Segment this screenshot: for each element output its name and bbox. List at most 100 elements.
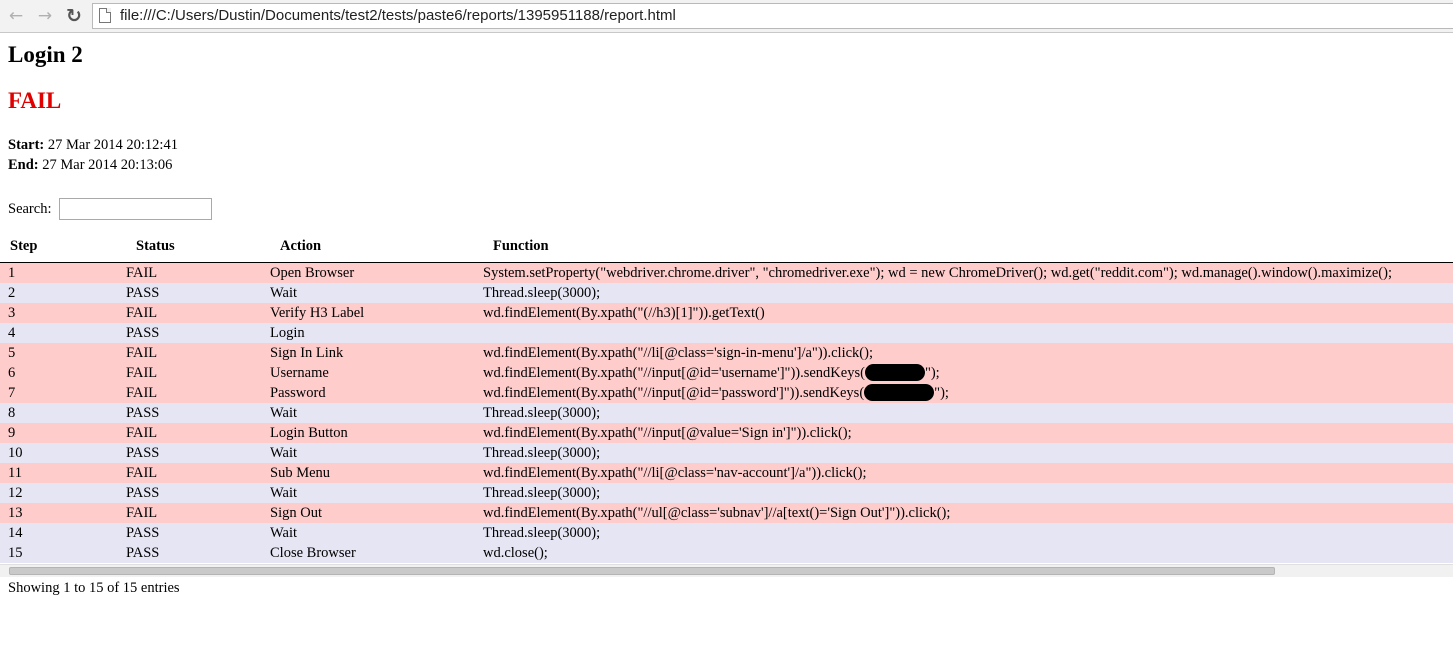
column-header-action[interactable]: Action	[262, 230, 475, 263]
search-input[interactable]	[59, 198, 212, 220]
step-cell: 7	[0, 383, 118, 403]
status-cell: PASS	[118, 283, 262, 303]
status-cell: FAIL	[118, 503, 262, 523]
start-label: Start:	[8, 137, 45, 153]
step-cell: 10	[0, 443, 118, 463]
column-header-label: Function	[493, 237, 549, 254]
action-cell: Sign Out	[262, 503, 475, 523]
back-arrow-icon[interactable]: ←	[5, 5, 27, 27]
status-cell: PASS	[118, 403, 262, 423]
function-cell: Thread.sleep(3000);	[475, 403, 1453, 423]
column-header-label: Action	[280, 237, 322, 254]
address-url[interactable]: file:///C:/Users/Dustin/Documents/test2/…	[120, 7, 676, 24]
function-cell: wd.findElement(By.xpath("//ul[@class='su…	[475, 503, 1453, 523]
step-cell: 9	[0, 423, 118, 443]
step-cell: 11	[0, 463, 118, 483]
status-cell: FAIL	[118, 423, 262, 443]
reload-icon[interactable]: ↻	[63, 5, 85, 27]
redaction-mark	[864, 364, 925, 381]
function-text: ");	[934, 385, 949, 401]
scrollbar-thumb[interactable]	[9, 567, 1275, 575]
action-cell: Verify H3 Label	[262, 303, 475, 323]
function-cell: wd.findElement(By.xpath("//li[@class='na…	[475, 463, 1453, 483]
function-cell: Thread.sleep(3000);	[475, 483, 1453, 503]
status-cell: FAIL	[118, 463, 262, 483]
table-header-row: Step Status Action Function	[0, 230, 1453, 263]
action-cell: Close Browser	[262, 543, 475, 563]
status-cell: PASS	[118, 543, 262, 563]
column-header-status[interactable]: Status	[118, 230, 262, 263]
table-info: Showing 1 to 15 of 15 entries	[8, 580, 180, 596]
action-cell: Sub Menu	[262, 463, 475, 483]
page-title: Login 2	[8, 42, 83, 67]
forward-arrow-icon[interactable]: →	[34, 5, 56, 27]
table-row: 8 PASS Wait Thread.sleep(3000);	[0, 403, 1453, 423]
start-value: 27 Mar 2014 20:12:41	[47, 137, 178, 153]
table-row: 15 PASS Close Browser wd.close();	[0, 543, 1453, 563]
function-cell: wd.findElement(By.xpath("(//h3)[1]")).ge…	[475, 303, 1453, 323]
step-cell: 3	[0, 303, 118, 323]
status-cell: PASS	[118, 523, 262, 543]
step-cell: 2	[0, 283, 118, 303]
table-row: 13 FAIL Sign Out wd.findElement(By.xpath("/…	[0, 503, 1453, 523]
page-icon	[99, 8, 111, 23]
step-cell: 5	[0, 343, 118, 363]
function-cell: Thread.sleep(3000);	[475, 283, 1453, 303]
function-cell: wd.findElement(By.xpath("//li[@class='si…	[475, 343, 1453, 363]
redaction-mark	[864, 384, 935, 401]
function-cell: System.setProperty("webdriver.chrome.dri…	[475, 262, 1453, 283]
function-cell: wd.findElement(By.xpath("//input[@id='pa…	[475, 383, 1453, 403]
action-cell: Password	[262, 383, 475, 403]
table-row: 12 PASS Wait Thread.sleep(3000);	[0, 483, 1453, 503]
status-cell: FAIL	[118, 383, 262, 403]
action-cell: Username	[262, 363, 475, 383]
address-bar[interactable]: file:///C:/Users/Dustin/Documents/test2/…	[92, 3, 1453, 29]
step-cell: 13	[0, 503, 118, 523]
action-cell: Login	[262, 323, 475, 343]
column-header-label: Status	[136, 237, 175, 254]
status-cell: FAIL	[118, 363, 262, 383]
function-cell	[475, 323, 1453, 343]
function-text: wd.findElement(By.xpath("//input[@id='pa…	[483, 385, 865, 401]
function-text: wd.findElement(By.xpath("//input[@id='us…	[483, 365, 865, 381]
browser-toolbar: ← → ↻ file:///C:/Users/Dustin/Documents/…	[0, 0, 1453, 33]
horizontal-scrollbar[interactable]	[0, 564, 1453, 577]
results-table: Step Status Action Function 1 FAIL Open Br…	[0, 230, 1453, 563]
end-label: End:	[8, 157, 39, 173]
table-row: 7 FAIL Password wd.findElement(By.xpath("//…	[0, 383, 1453, 403]
status-cell: PASS	[118, 323, 262, 343]
function-cell: wd.findElement(By.xpath("//input[@id='us…	[475, 363, 1453, 383]
column-header-step[interactable]: Step	[0, 230, 118, 263]
start-time: Start: 27 Mar 2014 20:12:41	[8, 137, 178, 154]
table-row: 2 PASS Wait Thread.sleep(3000);	[0, 283, 1453, 303]
table-row: 6 FAIL Username wd.findElement(By.xpath("//…	[0, 363, 1453, 383]
action-cell: Wait	[262, 283, 475, 303]
action-cell: Wait	[262, 523, 475, 543]
function-cell: wd.findElement(By.xpath("//input[@value=…	[475, 423, 1453, 443]
column-header-function[interactable]: Function	[475, 230, 1453, 263]
function-cell: wd.close();	[475, 543, 1453, 563]
action-cell: Sign In Link	[262, 343, 475, 363]
table-row: 5 FAIL Sign In Link wd.findElement(By.xpath…	[0, 343, 1453, 363]
column-header-label: Step	[10, 237, 38, 254]
result-status: FAIL	[8, 88, 62, 113]
table-row: 9 FAIL Login Button wd.findElement(By.xpath…	[0, 423, 1453, 443]
action-cell: Open Browser	[262, 262, 475, 283]
end-time: End: 27 Mar 2014 20:13:06	[8, 157, 172, 174]
status-cell: PASS	[118, 443, 262, 463]
function-cell: Thread.sleep(3000);	[475, 523, 1453, 543]
function-cell: Thread.sleep(3000);	[475, 443, 1453, 463]
step-cell: 6	[0, 363, 118, 383]
status-cell: PASS	[118, 483, 262, 503]
function-text: ");	[924, 365, 940, 381]
status-cell: FAIL	[118, 262, 262, 283]
table-row: 11 FAIL Sub Menu wd.findElement(By.xpath("/…	[0, 463, 1453, 483]
action-cell: Wait	[262, 443, 475, 463]
step-cell: 14	[0, 523, 118, 543]
status-cell: FAIL	[118, 343, 262, 363]
step-cell: 8	[0, 403, 118, 423]
end-value: 27 Mar 2014 20:13:06	[42, 157, 173, 173]
step-cell: 4	[0, 323, 118, 343]
table-row: 10 PASS Wait Thread.sleep(3000);	[0, 443, 1453, 463]
table-row: 4 PASS Login	[0, 323, 1453, 343]
